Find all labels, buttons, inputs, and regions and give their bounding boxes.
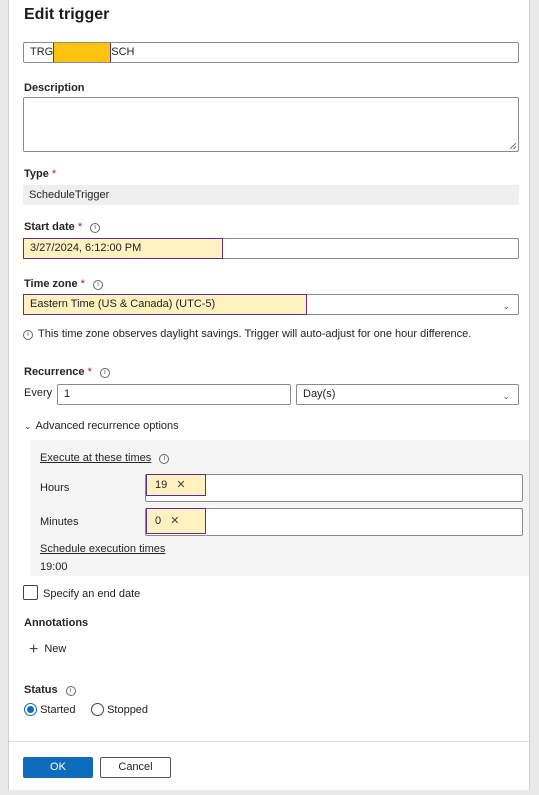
info-icon: i xyxy=(23,330,33,340)
hours-input[interactable]: 19 ✕ xyxy=(145,474,523,502)
schedule-execution-times-link[interactable]: Schedule execution times xyxy=(40,543,165,555)
type-label-text: Type xyxy=(24,168,49,180)
recurrence-unit-value: Day(s) xyxy=(303,388,336,400)
execute-times-text: Execute at these times xyxy=(40,452,152,464)
footer-divider xyxy=(9,741,531,742)
minutes-tag-value: 0 xyxy=(155,515,162,527)
start-date-input[interactable]: 3/27/2024, 6:12:00 PM xyxy=(23,238,519,259)
schedule-execution-value: 19:00 xyxy=(40,561,68,573)
name-suffix: SCH xyxy=(111,46,135,58)
status-radio-started[interactable]: Started xyxy=(24,703,76,716)
chevron-down-icon: ⌄ xyxy=(502,391,510,401)
minutes-tag-highlight: 0 ✕ xyxy=(146,508,206,534)
recurrence-interval-input[interactable]: 1 xyxy=(57,384,291,405)
end-date-label: Specify an end date xyxy=(43,588,141,600)
remove-tag-icon[interactable]: ✕ xyxy=(170,515,179,527)
info-icon[interactable]: i xyxy=(159,454,170,464)
status-started-label: Started xyxy=(40,704,76,716)
info-icon[interactable]: i xyxy=(93,280,103,290)
status-radio-stopped[interactable]: Stopped xyxy=(91,703,148,716)
advanced-recurrence-label: Advanced recurrence options xyxy=(35,420,179,432)
info-icon[interactable]: i xyxy=(65,686,76,696)
required-mark: * xyxy=(77,221,83,233)
dialog-title: Edit trigger xyxy=(24,6,110,23)
time-zone-note-text: This time zone observes daylight savings… xyxy=(38,328,472,340)
name-prefix: TRG xyxy=(30,46,54,58)
time-zone-note: i This time zone observes daylight saving… xyxy=(23,328,523,340)
annotations-label: Annotations xyxy=(24,617,89,629)
info-icon[interactable]: i xyxy=(90,223,101,233)
name-input[interactable]: TRG SCH xyxy=(23,42,519,63)
recurrence-unit-select[interactable]: Day(s) ⌄ xyxy=(296,384,519,405)
time-zone-select[interactable]: Eastern Time (US & Canada) (UTC-5) ⌄ xyxy=(23,294,519,315)
start-date-value: 3/27/2024, 6:12:00 PM xyxy=(23,238,223,259)
chevron-down-icon: ⌄ xyxy=(24,421,32,431)
execute-times-label: Execute at these times i xyxy=(40,452,170,464)
radio-unselected-icon xyxy=(91,703,104,716)
recurrence-label-text: Recurrence xyxy=(24,366,85,378)
plus-icon: + xyxy=(29,641,39,658)
status-label: Status i xyxy=(24,684,76,696)
required-mark: * xyxy=(87,366,92,378)
status-label-text: Status xyxy=(24,684,58,696)
type-value: ScheduleTrigger xyxy=(23,185,519,205)
time-zone-label: Time zone * i xyxy=(24,278,103,290)
redaction-box xyxy=(53,43,112,62)
info-icon[interactable]: i xyxy=(99,368,110,378)
edit-trigger-panel: Edit trigger TRG SCH Description Type * S… xyxy=(8,0,531,790)
required-mark: * xyxy=(80,278,85,290)
remove-tag-icon[interactable]: ✕ xyxy=(176,479,185,491)
cancel-button[interactable]: Cancel xyxy=(100,757,171,778)
new-annotation-button[interactable]: + New xyxy=(29,641,66,659)
start-date-label-text: Start date xyxy=(24,221,75,233)
minutes-label: Minutes xyxy=(40,516,79,528)
new-annotation-label: New xyxy=(44,643,67,655)
hours-tag-highlight: 19 ✕ xyxy=(146,474,206,496)
required-mark: * xyxy=(51,168,57,180)
every-label: Every xyxy=(24,387,53,399)
radio-selected-icon xyxy=(24,703,37,716)
hours-label: Hours xyxy=(40,482,70,494)
advanced-recurrence-toggle[interactable]: ⌄ Advanced recurrence options xyxy=(24,420,179,432)
start-date-label: Start date * i xyxy=(24,221,101,233)
status-stopped-label: Stopped xyxy=(107,704,149,716)
minutes-input[interactable]: 0 ✕ xyxy=(145,508,523,536)
time-zone-value: Eastern Time (US & Canada) (UTC-5) xyxy=(23,294,307,315)
resize-handle-icon[interactable] xyxy=(510,143,516,149)
end-date-checkbox[interactable] xyxy=(23,585,38,600)
chevron-down-icon: ⌄ xyxy=(502,301,510,311)
time-zone-label-text: Time zone xyxy=(24,278,78,290)
recurrence-label: Recurrence * i xyxy=(24,366,110,378)
description-input[interactable] xyxy=(23,97,519,152)
description-label: Description xyxy=(24,82,85,94)
hours-tag-value: 19 xyxy=(155,479,168,491)
type-label: Type * xyxy=(24,168,56,180)
ok-button[interactable]: OK xyxy=(23,757,93,778)
